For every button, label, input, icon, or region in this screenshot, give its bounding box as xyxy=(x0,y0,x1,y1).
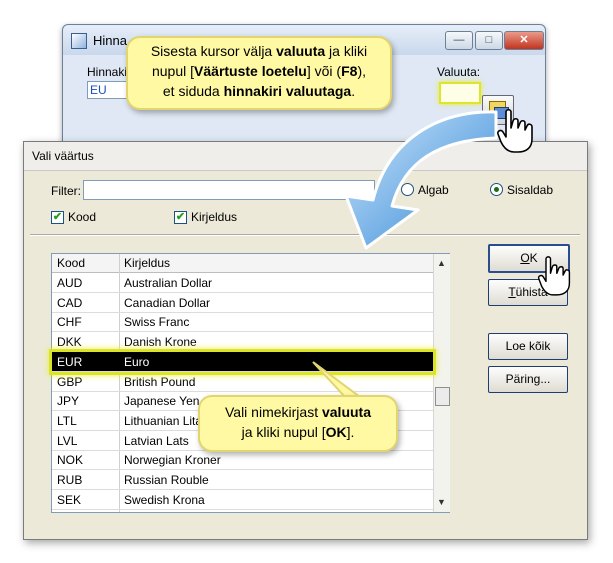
filter-label: Filter: xyxy=(51,184,81,198)
hand-cursor-icon xyxy=(497,108,533,153)
instruction-callout-top: Sisesta kursor välja valuuta ja kliki nu… xyxy=(126,36,392,110)
dialog-title: Vali väärtus xyxy=(32,149,94,163)
currency-description: Australian Dollar xyxy=(124,276,213,290)
table-row[interactable]: CAD Canadian Dollar xyxy=(52,293,433,313)
table-row[interactable]: DKK Danish Krone xyxy=(52,332,433,353)
table-row[interactable]: AUD Australian Dollar xyxy=(52,273,433,293)
currency-description: Norwegian Kroner xyxy=(124,453,221,468)
currency-code: NOK xyxy=(57,453,84,468)
table-row[interactable]: EUR Euro xyxy=(52,351,433,372)
currency-code: CHF xyxy=(57,315,82,330)
window-title: Hinna xyxy=(93,33,127,48)
scroll-down-icon[interactable]: ▼ xyxy=(437,497,446,507)
currency-code: AUD xyxy=(57,276,83,290)
currency-code: RUB xyxy=(57,473,83,487)
currency-code: JPY xyxy=(57,394,80,409)
currency-code: CAD xyxy=(57,295,83,310)
currency-code: SEK xyxy=(57,492,82,507)
checkbox-kood-label: Kood xyxy=(68,210,97,224)
hand-cursor-icon xyxy=(537,256,571,296)
table-row[interactable]: CHF Swiss Franc xyxy=(52,312,433,333)
table-row[interactable]: NOK Norwegian Kroner xyxy=(52,450,433,471)
query-button[interactable]: Päring... xyxy=(488,366,568,393)
scroll-thumb[interactable] xyxy=(435,387,450,406)
currency-description: Japanese Yen xyxy=(124,394,200,409)
currency-code: EUR xyxy=(57,354,83,369)
close-button[interactable]: ✕ xyxy=(504,31,544,50)
currency-code: LTL xyxy=(57,413,77,428)
table-row[interactable]: RUB Russian Rouble xyxy=(52,470,433,490)
currency-description: Swedish Krona xyxy=(124,492,205,507)
table-row[interactable]: SEK Swedish Krona xyxy=(52,490,433,510)
curved-arrow-icon xyxy=(344,110,498,250)
currency-table[interactable]: Kood Kirjeldus AUD Australian Dollar CAD Ca… xyxy=(51,253,450,513)
load-all-button[interactable]: Loe kõik xyxy=(488,333,568,360)
currency-code: DKK xyxy=(57,335,82,350)
checkbox-kirjeldus-label: Kirjeldus xyxy=(191,210,238,224)
currency-description: Danish Krone xyxy=(124,335,197,350)
column-header-code[interactable]: Kood xyxy=(57,256,85,270)
maximize-button[interactable]: □ xyxy=(475,31,503,50)
currency-description: Canadian Dollar xyxy=(124,295,211,310)
minimize-button[interactable]: — xyxy=(445,31,473,50)
instruction-callout-bottom: Vali nimekirjast valuuta ja kliki nupul … xyxy=(198,395,398,452)
vertical-scrollbar[interactable]: ▲ ▼ xyxy=(433,254,450,512)
app-icon xyxy=(71,33,87,49)
callout-pointer xyxy=(312,361,364,398)
column-header-description[interactable]: Kirjeldus xyxy=(124,256,170,270)
currency-description: British Pound xyxy=(124,374,196,389)
currency-code: GBP xyxy=(57,374,83,389)
currency-description: Russian Rouble xyxy=(124,473,209,487)
currency-label: Valuuta: xyxy=(437,65,481,79)
currency-description: Euro xyxy=(124,354,150,369)
radio-sisaldab-label: Sisaldab xyxy=(507,183,554,197)
table-row[interactable]: GBP British Pound xyxy=(52,372,433,392)
checkbox-kood[interactable]: ✔ xyxy=(51,211,64,224)
checkbox-kirjeldus[interactable]: ✔ xyxy=(174,211,187,224)
currency-description: Swiss Franc xyxy=(124,315,190,330)
currency-code: LVL xyxy=(57,433,78,448)
price-list-label: Hinnaki xyxy=(87,65,128,79)
currency-description: Latvian Lats xyxy=(124,433,189,448)
currency-description: Lithuanian Lita xyxy=(124,413,203,428)
